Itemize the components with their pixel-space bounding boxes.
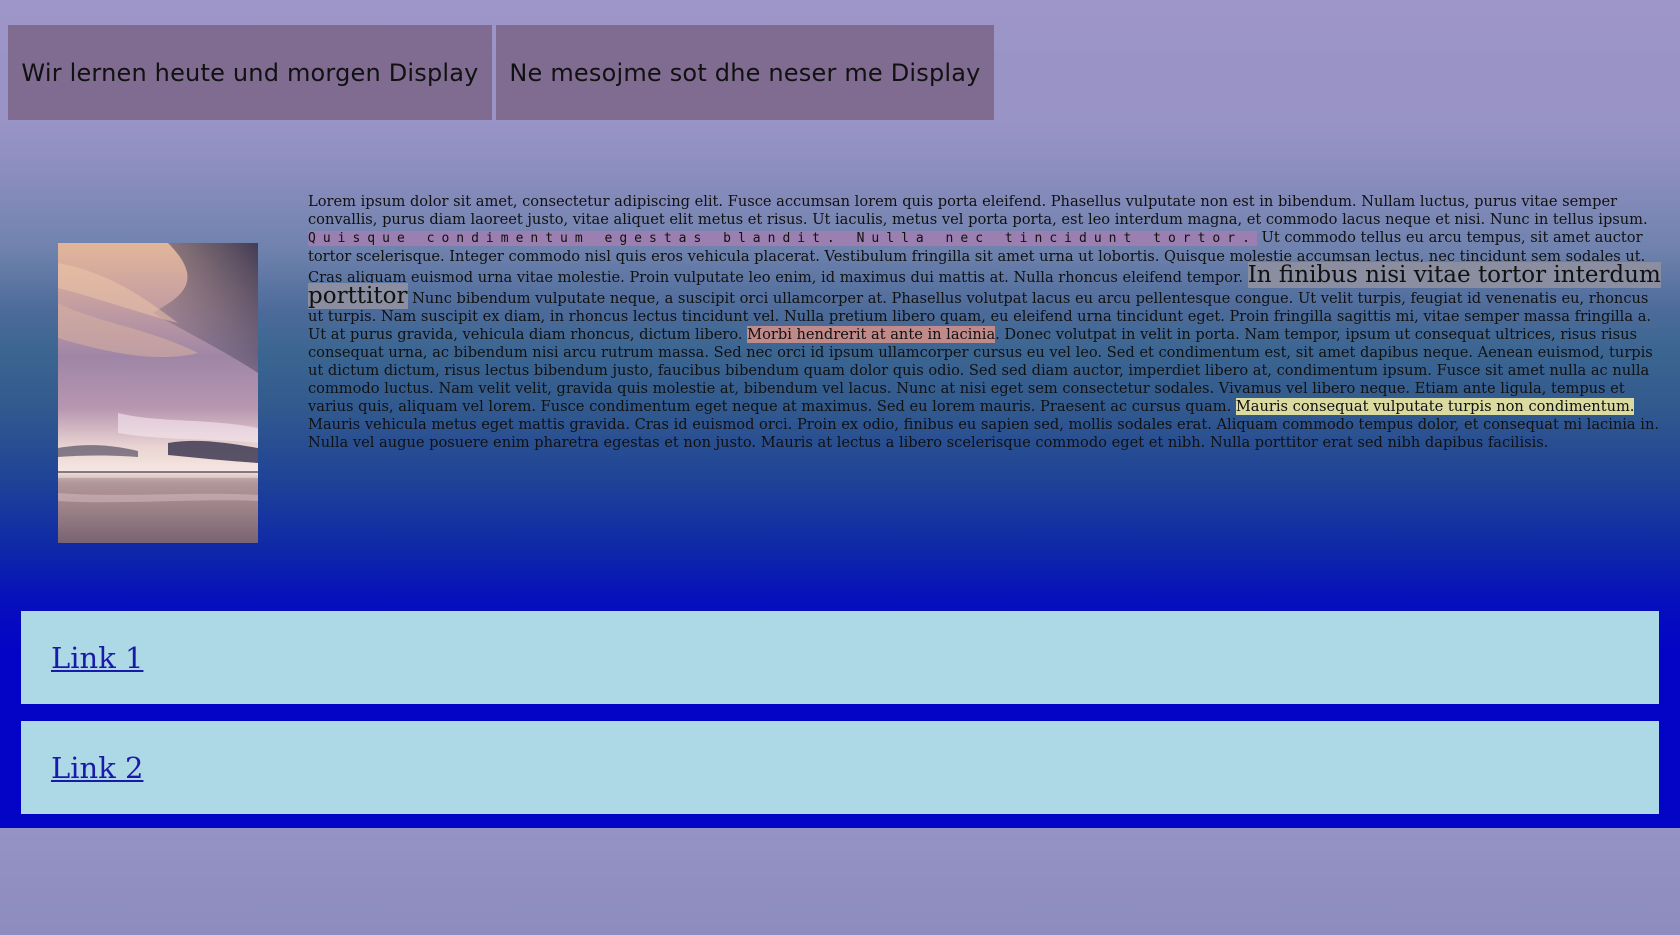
sunset-image <box>58 243 258 543</box>
sunset-image-graphic <box>58 243 258 543</box>
main-content-section: Lorem ipsum dolor sit amet, consectetur … <box>0 120 1680 828</box>
highlight-yellow: Mauris consequat vulputate turpis non co… <box>1235 398 1635 415</box>
tab-label: Ne mesojme sot dhe neser me Display <box>509 58 981 87</box>
highlight-spaced: Quisque condimentum egestas blandit. Nul… <box>308 231 1257 246</box>
link-box-1[interactable]: Link 1 <box>21 611 1659 704</box>
lorem-paragraph: Lorem ipsum dolor sit amet, consectetur … <box>308 193 1668 452</box>
tab-ne-mesojme[interactable]: Ne mesojme sot dhe neser me Display <box>496 25 994 120</box>
highlight-salmon: Morbi hendrerit at ante in lacinia <box>747 326 996 343</box>
paragraph-text: Lorem ipsum dolor sit amet, consectetur … <box>308 193 1648 228</box>
link-1[interactable]: Link 1 <box>51 641 143 675</box>
tab-wir-lernen[interactable]: Wir lernen heute und morgen Display <box>8 25 492 120</box>
link-2[interactable]: Link 2 <box>51 751 143 785</box>
header-tab-bar: Wir lernen heute und morgen Display Ne m… <box>8 25 994 120</box>
link-box-2[interactable]: Link 2 <box>21 721 1659 814</box>
tab-label: Wir lernen heute und morgen Display <box>21 58 479 87</box>
paragraph-text: Mauris vehicula metus eget mattis gravid… <box>308 416 1659 451</box>
